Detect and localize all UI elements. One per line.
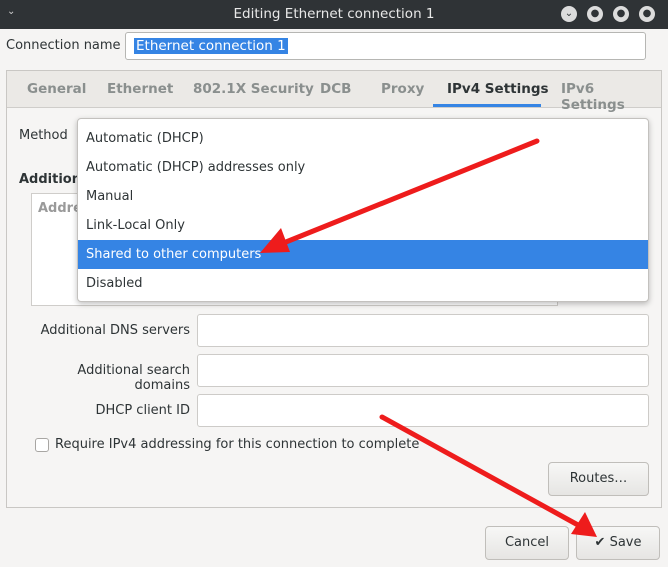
annotation-arrows — [260, 138, 597, 537]
arrow-to-save-button — [379, 414, 597, 537]
arrow-to-shared-option — [260, 138, 540, 253]
